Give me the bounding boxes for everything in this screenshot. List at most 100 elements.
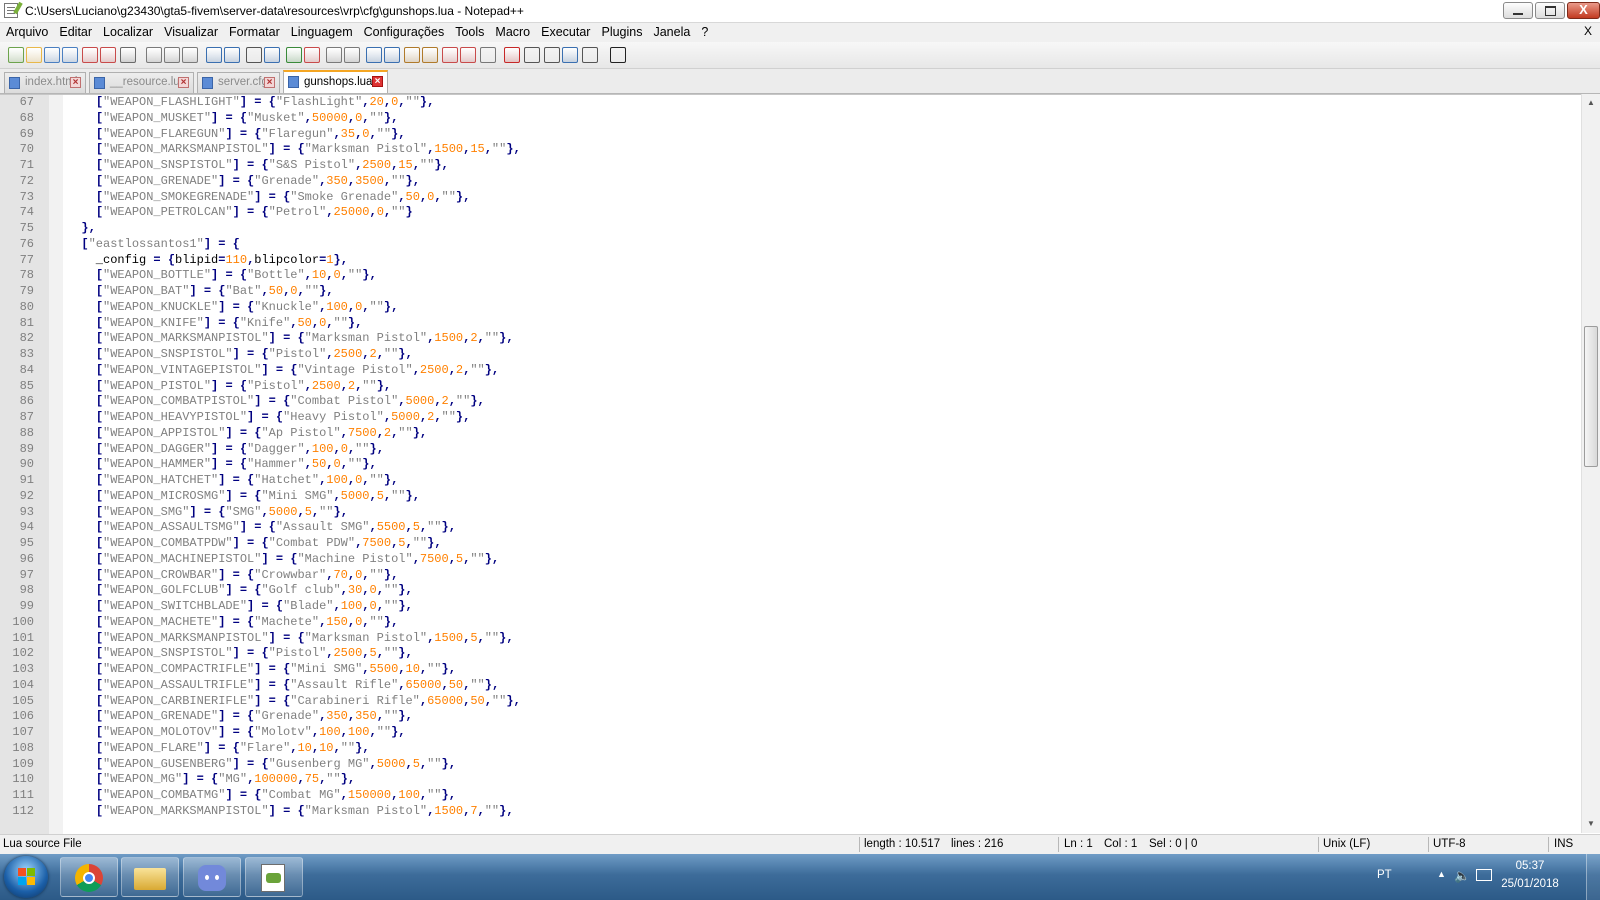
code-text[interactable]: ["WEAPON_FLARE"] = {"Flare",10,10,""}, [67,740,370,756]
code-text[interactable]: ["WEAPON_PISTOL"] = {"Pistol",2500,2,""}… [67,378,391,394]
sync-vertical-icon[interactable] [326,47,342,63]
taskbar-chrome[interactable] [60,857,118,897]
code-text[interactable]: ["WEAPON_SNSPISTOL"] = {"S&S Pistol",250… [67,157,449,173]
menu-janela[interactable]: Janela [647,23,695,41]
folder-workspace-icon[interactable] [460,47,476,63]
menu-linguagem[interactable]: Linguagem [285,23,358,41]
code-line[interactable]: 87 ["WEAPON_HEAVYPISTOL"] = {"Heavy Pist… [0,409,1580,425]
code-text[interactable]: ["WEAPON_MACHETE"] = {"Machete",150,0,""… [67,614,398,630]
tab-close-icon[interactable]: × [178,77,189,88]
code-text[interactable]: ["WEAPON_HEAVYPISTOL"] = {"Heavy Pistol"… [67,409,471,425]
code-text[interactable]: ["WEAPON_COMPACTRIFLE"] = {"Mini SMG",55… [67,661,456,677]
close-icon[interactable] [82,47,98,63]
code-editor[interactable]: 67 ["WEAPON_FLASHLIGHT"] = {"FlashLight"… [0,94,1600,834]
open-file-icon[interactable] [26,47,42,63]
close-document-button[interactable]: X [1584,24,1592,38]
code-line[interactable]: 100 ["WEAPON_MACHETE"] = {"Machete",150,… [0,614,1580,630]
code-text[interactable]: ["WEAPON_COMBATPISTOL"] = {"Combat Pisto… [67,393,485,409]
input-language[interactable]: PT [1377,869,1392,881]
code-line[interactable]: 109 ["WEAPON_GUSENBERG"] = {"Gusenberg M… [0,756,1580,772]
code-text[interactable]: ["WEAPON_BOTTLE"] = {"Bottle",10,0,""}, [67,267,377,283]
code-line[interactable]: 102 ["WEAPON_SNSPISTOL"] = {"Pistol",250… [0,645,1580,661]
code-text[interactable]: ["WEAPON_MOLOTOV"] = {"Molotv",100,100,"… [67,724,406,740]
scroll-down-arrow-icon[interactable]: ▼ [1582,815,1600,833]
code-line[interactable]: 78 ["WEAPON_BOTTLE"] = {"Bottle",10,0,""… [0,267,1580,283]
code-text[interactable]: ["WEAPON_ASSAULTSMG"] = {"Assault SMG",5… [67,519,456,535]
taskbar-discord[interactable] [183,857,241,897]
code-text[interactable]: ["WEAPON_KNUCKLE"] = {"Knuckle",100,0,""… [67,299,398,315]
code-line[interactable]: 93 ["WEAPON_SMG"] = {"SMG",5000,5,""}, [0,504,1580,520]
code-line[interactable]: 104 ["WEAPON_ASSAULTRIFLE"] = {"Assault … [0,677,1580,693]
code-line[interactable]: 86 ["WEAPON_COMBATPISTOL"] = {"Combat Pi… [0,393,1580,409]
code-line[interactable]: 80 ["WEAPON_KNUCKLE"] = {"Knuckle",100,0… [0,299,1580,315]
sync-horizontal-icon[interactable] [344,47,360,63]
tab-index-html[interactable]: index.html × [4,72,86,93]
code-line[interactable]: 92 ["WEAPON_MICROSMG"] = {"Mini SMG",500… [0,488,1580,504]
code-line[interactable]: 83 ["WEAPON_SNSPISTOL"] = {"Pistol",2500… [0,346,1580,362]
code-text[interactable]: ["WEAPON_SMOKEGRENADE"] = {"Smoke Grenad… [67,189,471,205]
code-line[interactable]: 112 ["WEAPON_MARKSMANPISTOL"] = {"Marksm… [0,803,1580,819]
code-text[interactable]: ["WEAPON_MUSKET"] = {"Musket",50000,0,""… [67,110,399,126]
stop-macro-icon[interactable] [524,47,540,63]
word-wrap-icon[interactable] [366,47,382,63]
code-text[interactable]: ["WEAPON_HATCHET"] = {"Hatchet",100,0,""… [67,472,398,488]
code-line[interactable]: 97 ["WEAPON_CROWBAR"] = {"Crowwbar",70,0… [0,567,1580,583]
tab-gunshops-lua[interactable]: gunshops.lua × [283,70,388,93]
menu-configuracoes[interactable]: Configurações [358,23,450,41]
spell-check-icon[interactable] [610,47,626,63]
taskbar-notepad-plus-plus[interactable] [245,857,303,897]
code-line[interactable]: 72 ["WEAPON_GRENADE"] = {"Grenade",350,3… [0,173,1580,189]
code-text[interactable]: ["WEAPON_GOLFCLUB"] = {"Golf club",30,0,… [67,582,413,598]
code-line[interactable]: 71 ["WEAPON_SNSPISTOL"] = {"S&S Pistol",… [0,157,1580,173]
code-line[interactable]: 67 ["WEAPON_FLASHLIGHT"] = {"FlashLight"… [0,95,1580,110]
code-text[interactable]: ["WEAPON_MARKSMANPISTOL"] = {"Marksman P… [67,330,514,346]
record-macro-icon[interactable] [504,47,520,63]
code-line[interactable]: 89 ["WEAPON_DAGGER"] = {"Dagger",100,0,"… [0,441,1580,457]
code-text[interactable]: ["WEAPON_COMBATMG"] = {"Combat MG",15000… [67,787,456,803]
code-text[interactable]: ["eastlossantos1"] = { [67,236,239,252]
code-text[interactable]: ["WEAPON_MICROSMG"] = {"Mini SMG",5000,5… [67,488,420,504]
volume-icon[interactable]: 🔈 [1454,868,1470,884]
find-icon[interactable] [246,47,262,63]
menu-tools[interactable]: Tools [449,23,489,41]
code-line[interactable]: 70 ["WEAPON_MARKSMANPISTOL"] = {"Marksma… [0,141,1580,157]
code-line[interactable]: 75 }, [0,220,1580,236]
code-line[interactable]: 82 ["WEAPON_MARKSMANPISTOL"] = {"Marksma… [0,330,1580,346]
zoom-in-icon[interactable] [286,47,302,63]
show-all-chars-icon[interactable] [384,47,400,63]
code-line[interactable]: 96 ["WEAPON_MACHINEPISTOL"] = {"Machine … [0,551,1580,567]
code-line[interactable]: 73 ["WEAPON_SMOKEGRENADE"] = {"Smoke Gre… [0,189,1580,205]
clock-time[interactable]: 05:37 [1500,860,1560,872]
code-text[interactable]: ["WEAPON_CARBINERIFLE"] = {"Carabineri R… [67,693,521,709]
taskbar-file-explorer[interactable] [121,857,179,897]
code-line[interactable]: 84 ["WEAPON_VINTAGEPISTOL"] = {"Vintage … [0,362,1580,378]
code-text[interactable]: ["WEAPON_HAMMER"] = {"Hammer",50,0,""}, [67,456,377,472]
tab-resource-lua[interactable]: __resource.lua × [89,72,194,93]
code-text[interactable]: ["WEAPON_SNSPISTOL"] = {"Pistol",2500,5,… [67,645,413,661]
show-hidden-icons-icon[interactable]: ▲ [1437,869,1446,879]
code-text[interactable]: ["WEAPON_APPISTOL"] = {"Ap Pistol",7500,… [67,425,427,441]
menu-formatar[interactable]: Formatar [223,23,285,41]
code-line[interactable]: 91 ["WEAPON_HATCHET"] = {"Hatchet",100,0… [0,472,1580,488]
start-button[interactable] [4,856,48,898]
indent-guide-icon[interactable] [404,47,420,63]
code-text[interactable]: ["WEAPON_FLAREGUN"] = {"Flaregun",35,0,"… [67,126,406,142]
undo-icon[interactable] [206,47,222,63]
code-text[interactable]: ["WEAPON_FLASHLIGHT"] = {"FlashLight",20… [67,95,435,110]
play-macro-icon[interactable] [544,47,560,63]
scrollbar-thumb[interactable] [1584,326,1598,467]
code-line[interactable]: 98 ["WEAPON_GOLFCLUB"] = {"Golf club",30… [0,582,1580,598]
menu-macro[interactable]: Macro [489,23,535,41]
code-line[interactable]: 105 ["WEAPON_CARBINERIFLE"] = {"Carabine… [0,693,1580,709]
vertical-scrollbar[interactable]: ▲ ▼ [1581,94,1600,833]
maximize-button[interactable] [1535,2,1565,19]
code-text[interactable]: ["WEAPON_MACHINEPISTOL"] = {"Machine Pis… [67,551,499,567]
code-line[interactable]: 77 _config = {blipid=110,blipcolor=1}, [0,252,1580,268]
code-line[interactable]: 90 ["WEAPON_HAMMER"] = {"Hammer",50,0,""… [0,456,1580,472]
tab-server-cfg[interactable]: server.cfg × [197,72,280,93]
scroll-up-arrow-icon[interactable]: ▲ [1582,94,1600,112]
code-line[interactable]: 94 ["WEAPON_ASSAULTSMG"] = {"Assault SMG… [0,519,1580,535]
doc-map-icon[interactable] [422,47,438,63]
code-text[interactable]: ["WEAPON_COMBATPDW"] = {"Combat PDW",750… [67,535,442,551]
code-text[interactable]: ["WEAPON_BAT"] = {"Bat",50,0,""}, [67,283,334,299]
